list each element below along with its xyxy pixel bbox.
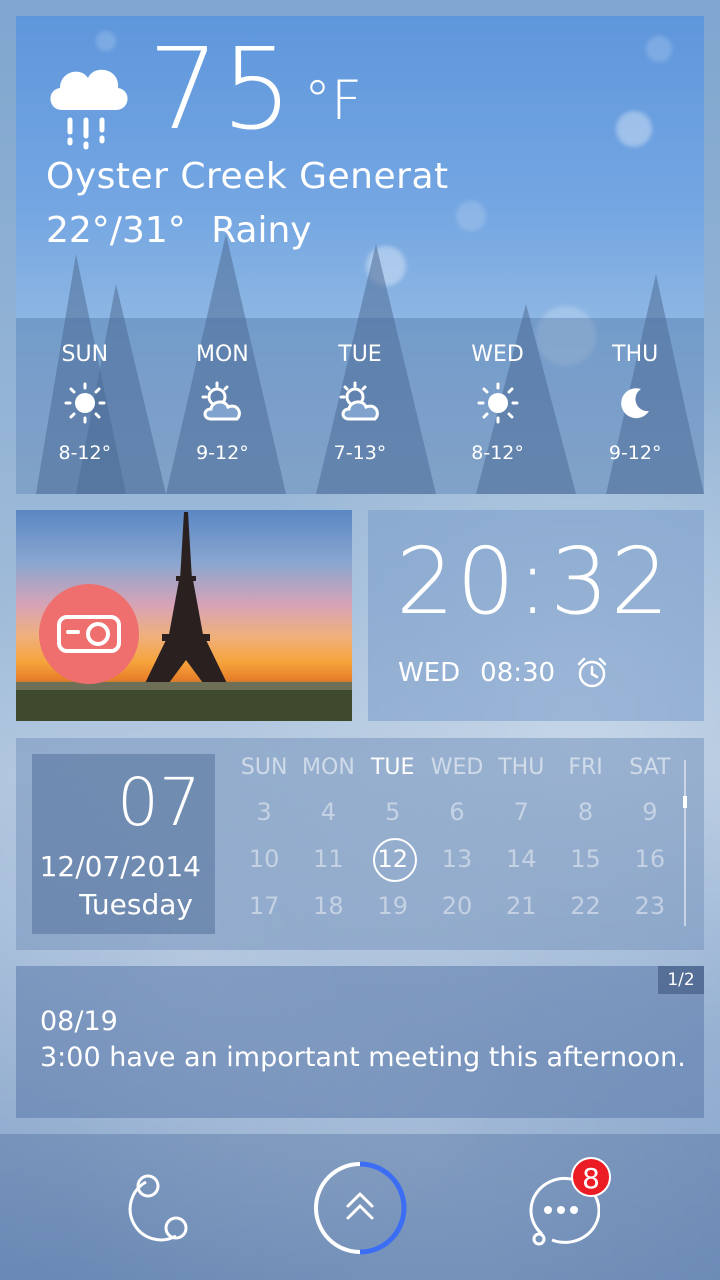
forecast-day: THU 9-12° [566,318,704,494]
weekday-fri: FRI [568,755,603,780]
condition-label: Rainy [211,210,312,251]
partly-cloudy-icon [339,381,379,421]
moon-icon [621,388,650,419]
forecast-day: TUE 7-13° [291,318,429,494]
weather-widget[interactable]: 75 °F Oyster Creek Generat 22°/31° Rainy… [16,16,704,494]
calendar-day[interactable]: 19 [361,892,425,920]
calendar-day[interactable]: 18 [296,892,360,920]
calendar-day-today[interactable]: 12 [361,837,425,882]
forecast-range: 9-12° [608,442,662,464]
calendar-day[interactable]: 21 [489,892,553,920]
bokeh [646,36,672,62]
bokeh [616,111,652,147]
calendar-day[interactable]: 23 [618,892,682,920]
calendar-day[interactable]: 22 [553,892,617,920]
calendar-day[interactable]: 9 [618,798,682,826]
calendar-day[interactable]: 10 [232,845,296,873]
sun-icon [64,382,106,424]
forecast-range: 8-12° [58,442,112,464]
note-widget[interactable]: 1/2 08/19 3:00 have an important meeting… [16,966,704,1118]
calendar-widget[interactable]: 07 12/07/2014 Tuesday SUN MON TUE WED TH… [16,738,704,950]
home-up-button[interactable] [312,1158,412,1258]
forecast-day-name: TUE [338,342,382,367]
forecast-day-name: MON [196,342,249,367]
calendar-day[interactable]: 6 [425,798,489,826]
current-temperature: 75 [148,25,295,155]
weekday-tue: TUE [370,755,415,780]
calendar-day[interactable]: 15 [553,845,617,873]
orbit-icon [128,1174,188,1242]
calendar-day[interactable]: 17 [232,892,296,920]
weekday-wed: WED [430,755,484,780]
calendar-day[interactable]: 5 [361,798,425,826]
location-name: Oyster Creek Generat [46,156,449,197]
rain-cloud-icon [50,69,128,150]
forecast-day: SUN 8-12° [16,318,154,494]
camera-button[interactable] [39,584,139,684]
calendar-day[interactable]: 4 [296,798,360,826]
forecast-strip: SUN 8-12° MON 9-12° TUE 7-13° WED 8-12° … [16,318,704,494]
bokeh [96,31,116,51]
date-full: 12/07/2014 [39,850,201,883]
note-page-indicator: 1/2 [658,966,704,994]
partly-cloudy-icon [201,381,242,421]
weekday-header: SUN MON TUE WED THU FRI SAT [232,754,682,788]
calendar-day[interactable]: 8 [553,798,617,826]
calendar-day[interactable]: 11 [296,845,360,873]
orbit-button[interactable] [126,1170,192,1246]
alarm-day: WED [398,658,461,688]
forecast-day-name: WED [471,342,524,367]
calendar-day[interactable]: 14 [489,845,553,873]
calendar-day[interactable]: 3 [232,798,296,826]
calendar-day[interactable]: 20 [425,892,489,920]
range-value: 22°/31° [46,210,186,251]
forecast-day-name: THU [612,342,659,367]
forecast-day: WED 8-12° [429,318,567,494]
photo-widget[interactable] [16,510,352,721]
calendar-day[interactable]: 13 [425,845,489,873]
weekday-thu: THU [498,755,545,780]
note-text: 3:00 have an important meeting this afte… [40,1042,686,1073]
double-chevron-up-icon [314,1161,407,1255]
selected-date-panel: 07 12/07/2014 Tuesday [32,754,215,934]
date-day: 07 [117,764,201,841]
weekday-mon: MON [302,755,355,780]
calendar-scrollbar[interactable] [684,760,686,926]
notification-badge: 8 [571,1157,611,1197]
alarm-time: 08:30 [480,658,556,688]
sun-icon [477,382,519,424]
temperature-range: 22°/31° Rainy [46,210,312,251]
calendar-day[interactable]: 16 [618,845,682,873]
temperature-unit: °F [304,69,363,132]
calendar-grid: SUN MON TUE WED THU FRI SAT 3 4 5 6 7 8 … [232,754,682,929]
calendar-day[interactable]: 7 [489,798,553,826]
forecast-day: MON 9-12° [154,318,292,494]
alarm-clock-icon [577,657,607,688]
forecast-day-name: SUN [61,342,109,367]
weekday-sun: SUN [240,755,288,780]
calendar-scrollbar-thumb[interactable] [683,796,687,808]
alarm-info[interactable]: WED 08:30 [398,656,609,690]
calendar-week: 3 4 5 6 7 8 9 [232,788,682,835]
weekday-sat: SAT [629,755,671,780]
calendar-week: 17 18 19 20 21 22 23 [232,882,682,929]
forecast-range: 9-12° [196,442,249,464]
forecast-range: 7-13° [333,442,387,464]
date-weekday: Tuesday [79,888,193,921]
clock-time: 20:32 [396,528,672,635]
bokeh [456,201,486,231]
forecast-range: 8-12° [471,442,524,464]
clock-widget[interactable]: 20:32 WED 08:30 [368,510,704,721]
note-date: 08/19 [40,1006,118,1037]
camera-icon [57,615,121,653]
calendar-week: 10 11 12 13 14 15 16 [232,835,682,882]
